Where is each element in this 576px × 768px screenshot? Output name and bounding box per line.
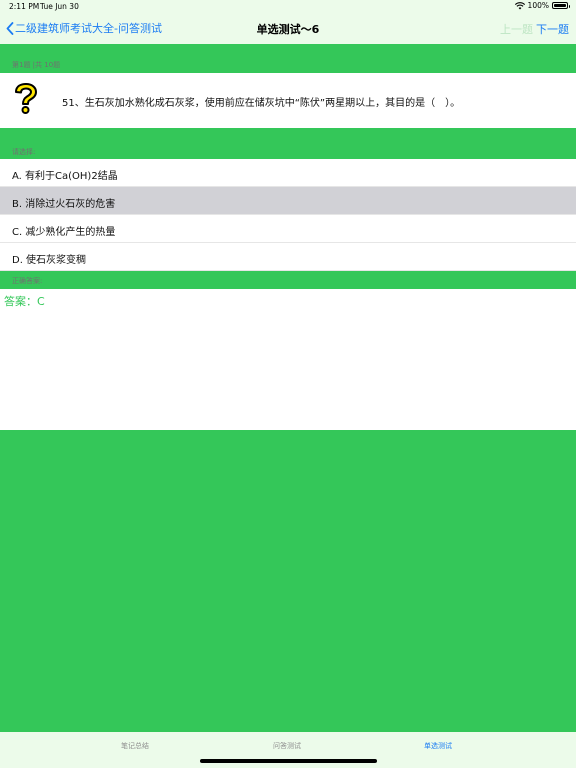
question-text: 51、生石灰加水熟化成石灰浆，使用前应在储灰坑中“陈伏”两星期以上，其目的是（ … xyxy=(62,98,461,109)
status-right: 100% xyxy=(514,1,570,10)
options-header: 请选择: xyxy=(0,128,576,159)
battery-icon xyxy=(552,2,570,9)
option-d[interactable]: D. 使石灰浆变稠 xyxy=(0,243,576,271)
question-card: 51、生石灰加水熟化成石灰浆，使用前应在储灰坑中“陈伏”两星期以上，其目的是（ … xyxy=(0,73,576,128)
back-button[interactable]: 二级建筑师考试大全-问答测试 xyxy=(6,20,162,36)
answer-card: 答案：C xyxy=(0,289,576,430)
option-label: C. 减少熟化产生的热量 xyxy=(12,227,116,238)
option-b[interactable]: B. 消除过火石灰的危害 xyxy=(0,187,576,215)
battery-percent: 100% xyxy=(527,1,549,10)
options-list: A. 有利于Ca(OH)2结晶 B. 消除过火石灰的危害 C. 减少熟化产生的热… xyxy=(0,159,576,271)
status-time: 2:11 PM xyxy=(9,2,40,11)
status-date: Tue Jun 30 xyxy=(40,2,79,11)
question-header: 第1题 |共 10题 xyxy=(0,44,576,73)
back-label: 二级建筑师考试大全-问答测试 xyxy=(15,22,162,35)
choose-label: 请选择: xyxy=(12,148,36,156)
option-label: D. 使石灰浆变稠 xyxy=(12,255,87,266)
tab-notes[interactable]: 笔记总结 xyxy=(121,741,149,751)
chevron-left-icon xyxy=(6,21,14,35)
question-mark-icon xyxy=(15,83,37,114)
home-indicator xyxy=(200,759,377,763)
option-c[interactable]: C. 减少熟化产生的热量 xyxy=(0,215,576,243)
tab-qa-test[interactable]: 问答测试 xyxy=(273,741,301,751)
answer-text: 答案：C xyxy=(4,295,45,308)
option-label: B. 消除过火石灰的危害 xyxy=(12,199,116,210)
status-bar: 2:11 PM Tue Jun 30 100% xyxy=(0,0,576,12)
tab-single-choice[interactable]: 单选测试 xyxy=(424,741,452,751)
answer-header: 正确答案: xyxy=(0,271,576,289)
wifi-icon xyxy=(514,1,525,9)
option-label: A. 有利于Ca(OH)2结晶 xyxy=(12,171,118,182)
next-question-button[interactable]: 下一题 xyxy=(536,21,569,37)
question-counter: 第1题 |共 10题 xyxy=(12,61,61,69)
option-a[interactable]: A. 有利于Ca(OH)2结晶 xyxy=(0,159,576,187)
navigation-bar: 二级建筑师考试大全-问答测试 单选测试～6 上一题 下一题 xyxy=(0,12,576,44)
previous-question-button[interactable]: 上一题 xyxy=(500,21,533,37)
answer-section-label: 正确答案: xyxy=(12,277,43,285)
